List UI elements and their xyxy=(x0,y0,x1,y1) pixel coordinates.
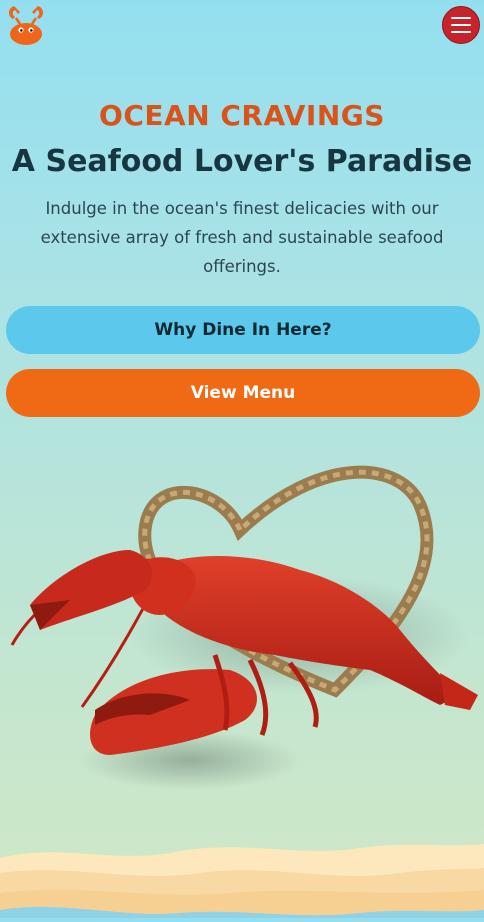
hero-description: Indulge in the ocean's finest delicacies… xyxy=(40,199,444,276)
hamburger-line xyxy=(451,24,471,26)
hero-lobster-image xyxy=(0,455,484,800)
sand-wave-decoration xyxy=(0,838,484,918)
hero-eyebrow: OCEAN CRAVINGS xyxy=(99,99,385,132)
hamburger-menu-button[interactable] xyxy=(442,6,480,44)
crab-logo-icon[interactable] xyxy=(5,2,47,46)
hero-section: OCEAN CRAVINGS A Seafood Lover's Paradis… xyxy=(0,96,484,281)
hamburger-line xyxy=(451,17,471,19)
why-dine-button[interactable]: Why Dine In Here? xyxy=(6,306,480,354)
hero-title: A Seafood Lover's Paradise xyxy=(11,144,473,179)
view-menu-button[interactable]: View Menu xyxy=(6,369,480,417)
hamburger-line xyxy=(451,31,471,33)
